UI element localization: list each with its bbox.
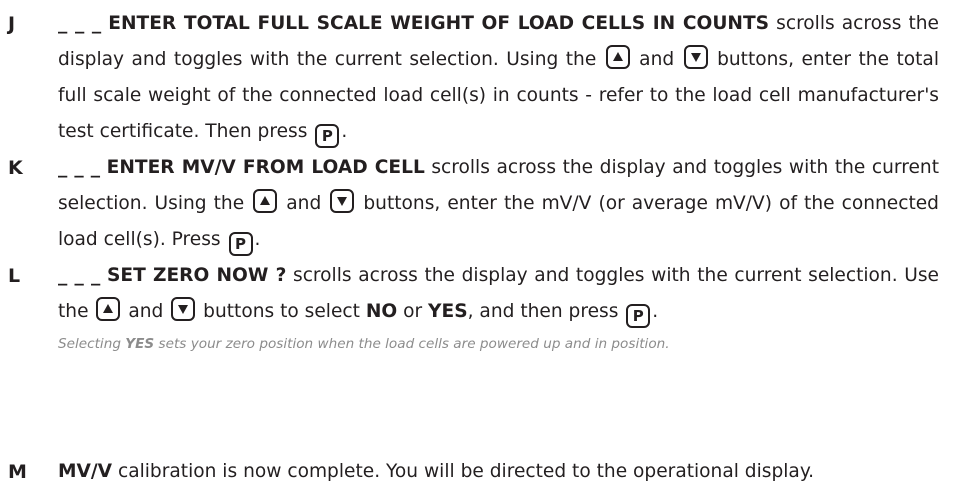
p-key-icon: P xyxy=(315,124,340,148)
step-text-segment: . xyxy=(652,301,659,322)
p-key-label: P xyxy=(632,307,644,325)
p-key-icon: P xyxy=(626,304,651,328)
step-text-segment: , and then press xyxy=(467,301,625,322)
step-heading: ENTER MV/V FROM LOAD CELL xyxy=(106,157,425,178)
step-text-segment: buttons to select xyxy=(197,301,366,322)
step-letter: M xyxy=(8,461,27,483)
note-text-segment: sets your zero position when the load ce… xyxy=(154,336,670,352)
step-text-segment: . xyxy=(254,229,261,250)
step-text: _ _ _ SET ZERO NOW ? scrolls across the … xyxy=(58,258,939,358)
step-text-segment: and xyxy=(122,301,170,322)
option-no: NO xyxy=(365,301,398,322)
step-text-segment: and xyxy=(631,49,682,70)
step-text-segment: . xyxy=(341,121,348,142)
p-key-icon: P xyxy=(228,232,253,256)
step-heading: SET ZERO NOW ? xyxy=(106,265,287,286)
up-arrow-key-icon xyxy=(605,45,630,69)
step-letter: K xyxy=(8,157,23,179)
up-arrow-key-icon xyxy=(96,297,121,321)
note-text-segment: Selecting xyxy=(58,336,126,352)
step-note: Selecting YES sets your zero position wh… xyxy=(58,330,939,358)
step-text-segment: or xyxy=(397,301,429,322)
step-text: MV/V calibration is now complete. You wi… xyxy=(58,454,939,490)
down-arrow-key-icon xyxy=(171,297,196,321)
step-prefix: _ _ _ xyxy=(58,13,102,34)
step-letter: L xyxy=(8,265,21,287)
down-arrow-key-icon xyxy=(683,45,708,69)
step-heading: MV/V xyxy=(58,461,113,482)
down-arrow-key-icon xyxy=(330,189,355,213)
step-prefix: _ _ _ xyxy=(58,157,101,178)
step-text: _ _ _ ENTER TOTAL FULL SCALE WEIGHT OF L… xyxy=(58,6,939,150)
step-text-segment: calibration is now complete. You will be… xyxy=(112,461,815,482)
step-prefix: _ _ _ xyxy=(58,265,101,286)
p-key-label: P xyxy=(321,127,333,145)
up-arrow-key-icon xyxy=(253,189,278,213)
step-text-segment: and xyxy=(279,193,329,214)
step-text: _ _ _ ENTER MV/V FROM LOAD CELL scrolls … xyxy=(58,150,939,258)
step-letter: J xyxy=(8,13,16,35)
note-emphasis: YES xyxy=(125,336,155,352)
step-heading: ENTER TOTAL FULL SCALE WEIGHT OF LOAD CE… xyxy=(108,13,770,34)
p-key-label: P xyxy=(235,235,247,253)
option-yes: YES xyxy=(428,301,468,322)
